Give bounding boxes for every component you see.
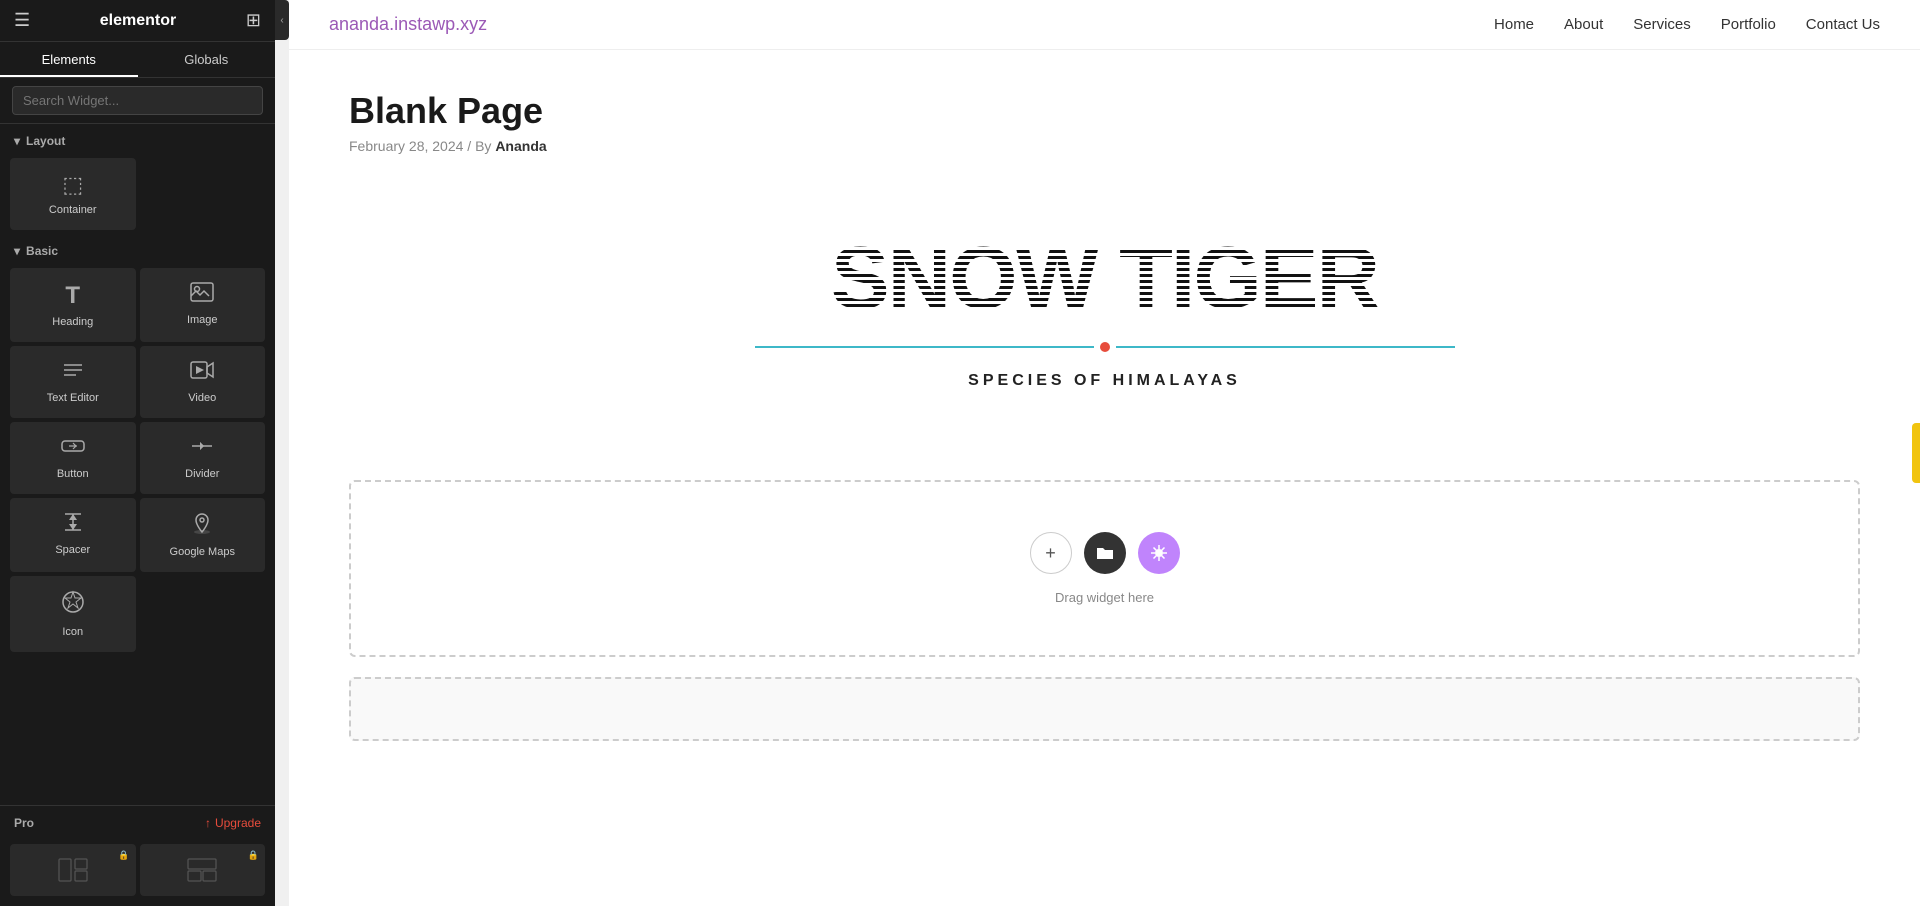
page-content: Blank Page February 28, 2024 / By Ananda… [289,50,1920,906]
pro-widgets-grid: 🔒 🔒 [0,840,275,906]
video-icon [190,360,214,386]
panel-header: ☰ elementor ⊞ [0,0,275,42]
widget-video[interactable]: Video [140,346,266,418]
hero-subtitle: SPECIES OF HIMALAYAS [349,372,1860,390]
drop-zone-actions: + [1030,532,1180,574]
bottom-section [349,677,1860,741]
search-box [0,78,275,124]
basic-section-label: Basic [26,244,58,258]
page-date: February 28, 2024 [349,138,463,154]
spacer-icon [61,512,85,538]
text-editor-label: Text Editor [47,392,99,404]
pro-widget-2: 🔒 [140,844,266,896]
nav-link-home[interactable]: Home [1494,16,1534,33]
nav-links: Home About Services Portfolio Contact Us [1494,16,1880,34]
drop-zone[interactable]: + Drag widget here [349,480,1860,657]
pro-section: Pro ↑ Upgrade [0,805,275,840]
hamburger-icon[interactable]: ☰ [14,10,30,31]
page-meta-sep: / [467,138,471,154]
button-icon [61,436,85,462]
hero-section: SNOW TIGER SPECIES OF HIMALAYAS [349,194,1860,460]
grid-icon[interactable]: ⊞ [246,10,261,31]
layout-section-arrow: ▾ [14,134,20,148]
hero-title: SNOW TIGER [349,234,1860,322]
layout-section-label: Layout [26,134,65,148]
nav-link-about[interactable]: About [1564,16,1603,33]
widget-button[interactable]: Button [10,422,136,494]
drop-hint: Drag widget here [1055,590,1154,605]
lock-icon-1: 🔒 [118,850,129,861]
search-input[interactable] [12,86,263,115]
widget-divider[interactable]: Divider [140,422,266,494]
add-widget-button[interactable]: + [1030,532,1072,574]
layout-widgets-grid: ⬚ Container [0,154,275,234]
widget-icon[interactable]: Icon [10,576,136,652]
widget-container[interactable]: ⬚ Container [10,158,136,230]
page-title: Blank Page [349,90,1860,132]
layout-section-header[interactable]: ▾ Layout [0,124,275,154]
button-label: Button [57,468,89,480]
upgrade-arrow-icon: ↑ [205,816,211,830]
basic-widgets-grid: T Heading Image Text Editor [0,264,275,656]
divider-dot [1100,342,1110,352]
heading-icon: T [65,282,80,310]
google-maps-label: Google Maps [170,546,235,558]
widget-google-maps[interactable]: Google Maps [140,498,266,572]
nav-link-contact[interactable]: Contact Us [1806,16,1880,33]
widget-heading[interactable]: T Heading [10,268,136,342]
image-label: Image [187,314,218,326]
upgrade-label: Upgrade [215,816,261,830]
widget-spacer[interactable]: Spacer [10,498,136,572]
lock-icon-2: 🔒 [248,850,259,861]
page-author: Ananda [495,138,546,154]
divider-icon [190,436,214,462]
pro-widget-1: 🔒 [10,844,136,896]
nav-link-services[interactable]: Services [1633,16,1691,33]
tab-elements[interactable]: Elements [0,42,138,77]
pro-label: Pro [14,816,34,830]
container-label: Container [49,204,97,216]
panel-collapse-handle[interactable]: ‹ [275,0,289,40]
basic-section-header[interactable]: ▾ Basic [0,234,275,264]
image-icon [190,282,214,308]
ai-button[interactable] [1138,532,1180,574]
container-icon: ⬚ [62,172,83,198]
elementor-logo: elementor [100,12,176,30]
upgrade-button[interactable]: ↑ Upgrade [205,816,261,830]
panel-tabs: Elements Globals [0,42,275,78]
page-meta: February 28, 2024 / By Ananda [349,138,1860,154]
divider-label: Divider [185,468,219,480]
site-nav: ananda.instawp.xyz Home About Services P… [289,0,1920,50]
scroll-indicator[interactable] [1912,423,1920,483]
text-editor-icon [61,360,85,386]
site-logo-link[interactable]: ananda.instawp.xyz [329,14,487,34]
icon-label: Icon [62,626,83,638]
widget-text-editor[interactable]: Text Editor [10,346,136,418]
main-content: ananda.instawp.xyz Home About Services P… [289,0,1920,906]
left-panel: ☰ elementor ⊞ Elements Globals ▾ Layout … [0,0,275,906]
site-logo: ananda.instawp.xyz [329,14,487,35]
spacer-label: Spacer [55,544,90,556]
hero-divider [755,342,1455,352]
nav-link-portfolio[interactable]: Portfolio [1721,16,1776,33]
widget-image[interactable]: Image [140,268,266,342]
video-label: Video [188,392,216,404]
heading-label: Heading [52,316,93,328]
basic-section-arrow: ▾ [14,244,20,258]
template-button[interactable] [1084,532,1126,574]
google-maps-icon [190,512,214,540]
icon-widget-icon [61,590,85,620]
page-meta-by: By [475,138,491,154]
tab-globals[interactable]: Globals [138,42,276,77]
